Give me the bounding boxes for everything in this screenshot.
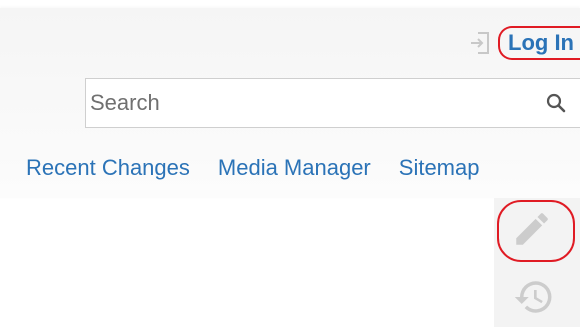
page-tools-bar bbox=[494, 198, 580, 327]
nav-recent-changes[interactable]: Recent Changes bbox=[26, 155, 190, 181]
nav-media-manager[interactable]: Media Manager bbox=[218, 155, 371, 181]
old-revisions-button[interactable] bbox=[498, 268, 570, 330]
history-icon bbox=[513, 276, 555, 323]
site-tools-nav: Recent Changes Media Manager Sitemap bbox=[26, 150, 479, 186]
search-icon[interactable] bbox=[544, 91, 568, 115]
nav-sitemap[interactable]: Sitemap bbox=[399, 155, 480, 181]
login-link[interactable]: Log In bbox=[498, 26, 580, 60]
search-box bbox=[85, 78, 580, 128]
edit-page-button[interactable] bbox=[496, 200, 575, 262]
pencil-icon bbox=[511, 208, 553, 255]
login-icon[interactable] bbox=[470, 30, 492, 56]
search-input[interactable] bbox=[86, 89, 522, 117]
user-tools: Log In bbox=[470, 22, 580, 64]
